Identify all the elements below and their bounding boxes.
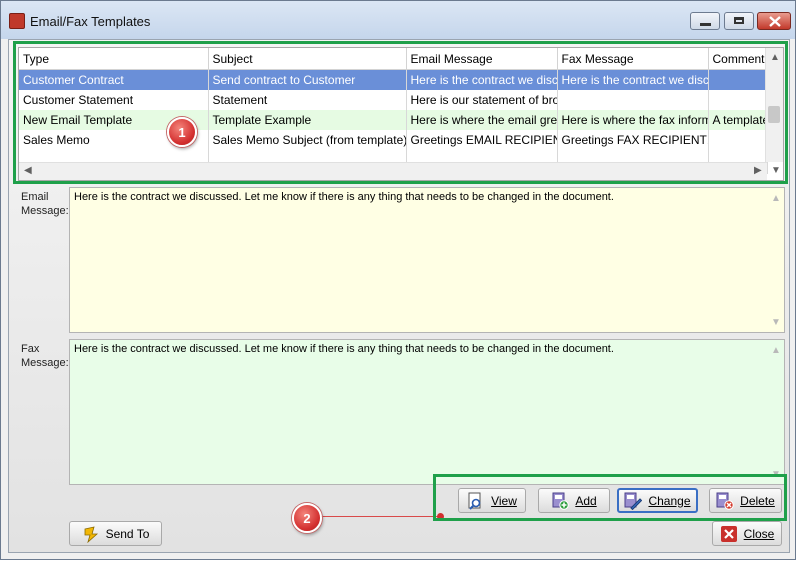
scroll-down-icon[interactable]: ▼ <box>771 318 781 328</box>
delete-button-label: Delete <box>740 493 775 508</box>
fax-message-label: Fax Message: <box>21 342 69 370</box>
cell-email-message: Here is the contract we discuss <box>406 69 558 90</box>
cell-comment <box>708 69 768 90</box>
add-icon <box>551 492 570 510</box>
window-close-button[interactable] <box>757 12 791 30</box>
cell-type: Customer Statement <box>19 90 209 110</box>
column-header-fax-message[interactable]: Fax Message <box>557 48 709 70</box>
column-header-type[interactable]: Type <box>19 48 209 70</box>
cell-comment <box>708 130 768 150</box>
view-icon <box>467 492 485 510</box>
grid-horizontal-scrollbar[interactable]: ◀ ▶ <box>19 162 767 180</box>
fax-message-text: Here is the contract we discussed. Let m… <box>74 343 614 355</box>
close-x-icon <box>720 525 738 543</box>
fax-message-field[interactable]: Here is the contract we discussed. Let m… <box>69 339 785 485</box>
callout-connector-line <box>319 516 441 517</box>
email-message-label: Email Message: <box>21 190 69 218</box>
email-label-line2: Message: <box>21 205 69 217</box>
cell-subject: Send contract to Customer <box>208 69 407 90</box>
table-row[interactable]: Customer Statement Statement Here is our… <box>19 90 768 110</box>
add-button-label: Add <box>575 493 597 508</box>
cell-fax-message: Here is where the fax informatio <box>557 110 709 130</box>
cell-email-message: Greetings EMAIL RECIPIENT!F <box>406 130 558 150</box>
email-message-field[interactable]: Here is the contract we discussed. Let m… <box>69 187 785 333</box>
window-title: Email/Fax Templates <box>30 14 151 29</box>
grid-header-row: Type Subject Email Message Fax Message C… <box>19 48 768 70</box>
column-header-email-message[interactable]: Email Message <box>406 48 558 70</box>
callout-badge-1: 1 <box>167 117 197 147</box>
column-header-comment[interactable]: Comment <box>708 48 768 70</box>
minimize-icon <box>700 23 711 26</box>
cell-type: Customer Contract <box>19 69 209 90</box>
send-to-button-label: Send To <box>105 526 150 541</box>
templates-grid[interactable]: Type Subject Email Message Fax Message C… <box>18 47 784 181</box>
minimize-button[interactable] <box>690 12 720 30</box>
close-button-label: Close <box>743 526 775 541</box>
table-row[interactable]: Customer Contract Send contract to Custo… <box>19 69 768 90</box>
maximize-button[interactable] <box>724 12 754 30</box>
grid-vertical-scrollbar[interactable]: ▲ <box>765 48 783 162</box>
cell-subject: Template Example <box>208 110 407 130</box>
email-scrollbar[interactable]: ▲ ▼ <box>768 188 784 332</box>
close-icon <box>769 16 781 27</box>
change-button-label: Change <box>648 493 691 508</box>
title-bar[interactable]: Email/Fax Templates <box>1 1 795 39</box>
close-button[interactable]: Close <box>712 521 782 546</box>
scroll-thumb[interactable] <box>768 106 780 123</box>
cell-comment <box>708 90 768 110</box>
templates-table: Type Subject Email Message Fax Message C… <box>19 48 768 174</box>
maximize-icon <box>734 17 744 24</box>
send-to-icon <box>82 525 100 543</box>
scroll-left-icon[interactable]: ◀ <box>24 166 32 176</box>
cell-email-message: Here is our statement of broker <box>406 90 558 110</box>
change-button[interactable]: Change <box>617 488 698 513</box>
delete-icon <box>716 492 734 510</box>
cell-email-message: Here is where the email greeting <box>406 110 558 130</box>
scroll-right-icon[interactable]: ▶ <box>754 166 762 176</box>
app-icon <box>9 13 25 29</box>
view-button[interactable]: View <box>458 488 526 513</box>
email-fax-templates-window: Email/Fax Templates Type Subject Email M… <box>0 0 796 560</box>
scroll-up-icon[interactable]: ▲ <box>771 194 781 204</box>
scroll-up-icon[interactable]: ▲ <box>771 346 781 356</box>
cell-subject: Statement <box>208 90 407 110</box>
view-button-label: View <box>491 493 517 508</box>
table-row[interactable]: New Email Template Template Example Here… <box>19 110 768 130</box>
cell-fax-message <box>557 90 709 110</box>
add-button[interactable]: Add <box>538 488 610 513</box>
cell-fax-message: Greetings FAX RECIPIENT!Plea <box>557 130 709 150</box>
email-message-text: Here is the contract we discussed. Let m… <box>74 191 614 203</box>
change-icon <box>624 492 643 510</box>
email-label-line1: Email <box>21 191 49 203</box>
column-header-subject[interactable]: Subject <box>208 48 407 70</box>
delete-button[interactable]: Delete <box>709 488 782 513</box>
fax-label-line2: Message: <box>21 357 69 369</box>
scroll-up-icon[interactable]: ▲ <box>770 53 780 63</box>
table-row[interactable]: Sales Memo Sales Memo Subject (from temp… <box>19 130 768 150</box>
cell-subject: Sales Memo Subject (from template) <box>208 130 407 150</box>
fax-label-line1: Fax <box>21 343 40 355</box>
scroll-down-icon[interactable]: ▼ <box>771 166 781 176</box>
cell-comment: A template <box>708 110 768 130</box>
send-to-button[interactable]: Send To <box>69 521 162 546</box>
callout-badge-2: 2 <box>292 503 322 533</box>
cell-fax-message: Here is the contract we discuss <box>557 69 709 90</box>
fax-scrollbar[interactable]: ▲ ▼ <box>768 340 784 484</box>
